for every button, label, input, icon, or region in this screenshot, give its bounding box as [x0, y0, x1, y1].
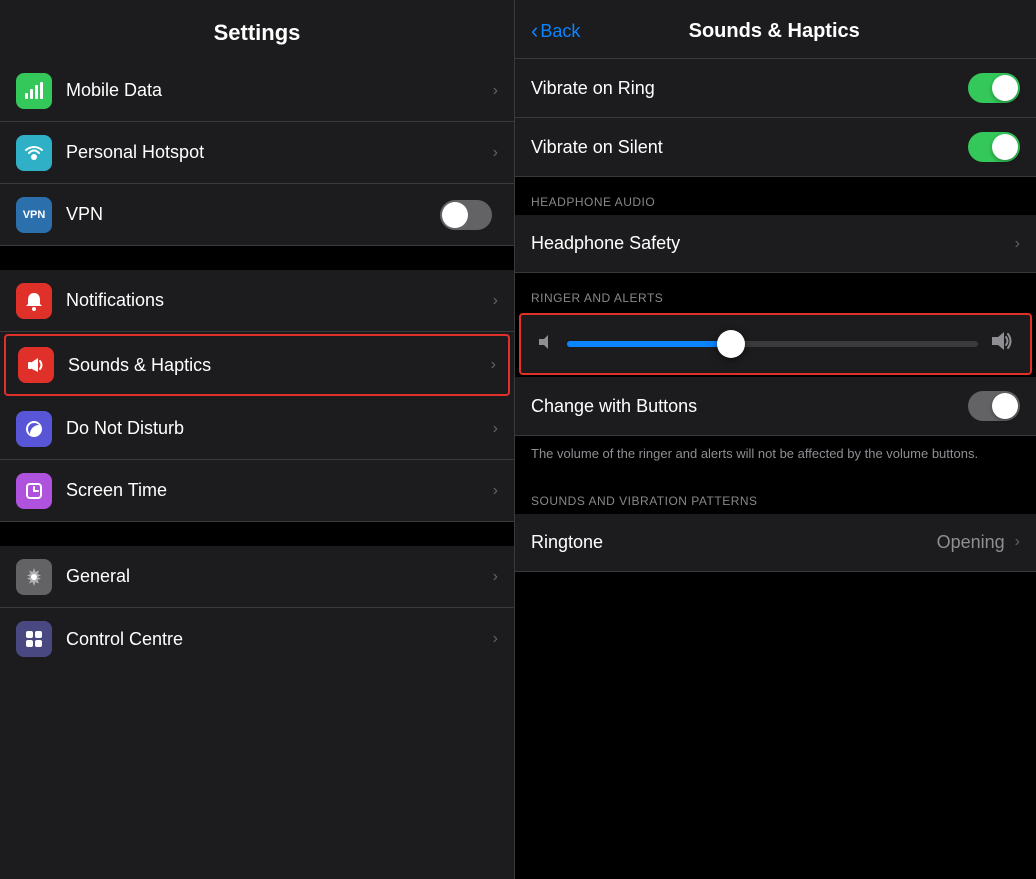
volume-high-icon — [990, 329, 1014, 359]
slider-fill — [567, 341, 731, 347]
sidebar-item-mobile-data[interactable]: Mobile Data › — [0, 60, 514, 122]
vpn-label: VPN — [66, 204, 440, 225]
personal-hotspot-label: Personal Hotspot — [66, 142, 489, 163]
settings-list: Mobile Data › Personal Hotspot › VPN VPN — [0, 60, 514, 879]
notifications-label: Notifications — [66, 290, 489, 311]
settings-title: Settings — [0, 0, 514, 60]
control-centre-icon — [16, 621, 52, 657]
notifications-chevron: › — [493, 292, 498, 310]
ringer-slider-section — [519, 313, 1032, 375]
ringer-description: The volume of the ringer and alerts will… — [515, 436, 1036, 476]
control-centre-chevron: › — [493, 630, 498, 648]
vibrate-on-silent-row[interactable]: Vibrate on Silent — [515, 118, 1036, 177]
sidebar-item-control-centre[interactable]: Control Centre › — [0, 608, 514, 670]
mobile-data-chevron: › — [493, 82, 498, 100]
vibrate-on-silent-label: Vibrate on Silent — [531, 137, 968, 158]
control-centre-label: Control Centre — [66, 629, 489, 650]
vibrate-on-silent-toggle[interactable] — [968, 132, 1020, 162]
sidebar-item-screen-time[interactable]: Screen Time › — [0, 460, 514, 522]
general-label: General — [66, 566, 489, 587]
ringer-slider[interactable] — [567, 341, 978, 347]
do-not-disturb-icon — [16, 411, 52, 447]
ringtone-chevron: › — [1015, 533, 1020, 551]
general-icon — [16, 559, 52, 595]
sounds-haptics-label: Sounds & Haptics — [68, 355, 487, 376]
change-with-buttons-row[interactable]: Change with Buttons — [515, 377, 1036, 436]
ringer-alerts-header: RINGER AND ALERTS — [515, 273, 1036, 311]
headphone-safety-label: Headphone Safety — [531, 233, 1011, 254]
slider-thumb[interactable] — [717, 330, 745, 358]
headphone-safety-row[interactable]: Headphone Safety › — [515, 215, 1036, 273]
right-panel-title: Sounds & Haptics — [588, 20, 960, 43]
sidebar-item-general[interactable]: General › — [0, 546, 514, 608]
change-with-buttons-label: Change with Buttons — [531, 396, 968, 417]
vibrate-on-ring-toggle[interactable] — [968, 73, 1020, 103]
vpn-icon: VPN — [16, 197, 52, 233]
vpn-toggle[interactable] — [440, 200, 492, 230]
sidebar-item-do-not-disturb[interactable]: Do Not Disturb › — [0, 398, 514, 460]
vibrate-on-ring-label: Vibrate on Ring — [531, 78, 968, 99]
back-label: Back — [540, 21, 580, 42]
sounds-vibration-label: SOUNDS AND VIBRATION PATTERNS — [531, 494, 758, 508]
headphone-audio-label: HEADPHONE AUDIO — [531, 195, 655, 209]
right-content: Vibrate on Ring Vibrate on Silent HEADPH… — [515, 59, 1036, 879]
ringer-alerts-label: RINGER AND ALERTS — [531, 291, 663, 305]
sidebar-item-notifications[interactable]: Notifications › — [0, 270, 514, 332]
sidebar-item-vpn[interactable]: VPN VPN — [0, 184, 514, 246]
section-gap-2 — [0, 522, 514, 546]
slider-row — [521, 315, 1030, 373]
headphone-audio-header: HEADPHONE AUDIO — [515, 177, 1036, 215]
back-chevron-icon: ‹ — [531, 18, 538, 44]
screen-time-label: Screen Time — [66, 480, 489, 501]
vibrate-on-ring-row[interactable]: Vibrate on Ring — [515, 59, 1036, 118]
sidebar-item-sounds-haptics[interactable]: Sounds & Haptics › — [4, 334, 510, 396]
screen-time-icon — [16, 473, 52, 509]
notifications-icon — [16, 283, 52, 319]
personal-hotspot-icon — [16, 135, 52, 171]
left-panel: Settings Mobile Data › — [0, 0, 515, 879]
mobile-data-icon — [16, 73, 52, 109]
right-header: ‹ Back Sounds & Haptics — [515, 0, 1036, 59]
back-button[interactable]: ‹ Back — [531, 18, 580, 44]
do-not-disturb-chevron: › — [493, 420, 498, 438]
sounds-vibration-header: SOUNDS AND VIBRATION PATTERNS — [515, 476, 1036, 514]
do-not-disturb-label: Do Not Disturb — [66, 418, 489, 439]
sounds-haptics-chevron: › — [491, 356, 496, 374]
screen-time-chevron: › — [493, 482, 498, 500]
change-with-buttons-toggle[interactable] — [968, 391, 1020, 421]
section-gap-1 — [0, 246, 514, 270]
personal-hotspot-chevron: › — [493, 144, 498, 162]
sidebar-item-personal-hotspot[interactable]: Personal Hotspot › — [0, 122, 514, 184]
ringtone-value: Opening — [937, 532, 1005, 553]
volume-low-icon — [537, 333, 555, 356]
headphone-safety-chevron: › — [1015, 235, 1020, 253]
sounds-haptics-icon — [18, 347, 54, 383]
general-chevron: › — [493, 568, 498, 586]
ringtone-label: Ringtone — [531, 532, 937, 553]
ringtone-row[interactable]: Ringtone Opening › — [515, 514, 1036, 572]
right-panel: ‹ Back Sounds & Haptics Vibrate on Ring … — [515, 0, 1036, 879]
mobile-data-label: Mobile Data — [66, 80, 489, 101]
